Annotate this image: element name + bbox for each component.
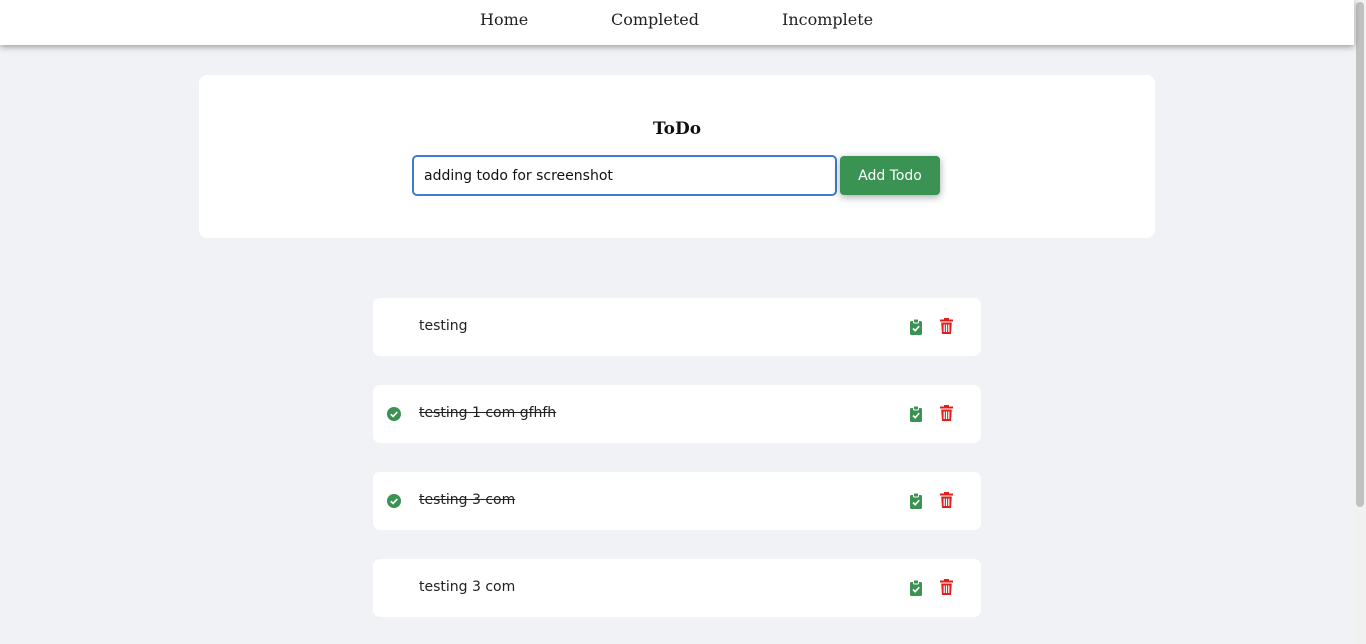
- todo-input[interactable]: [412, 155, 837, 196]
- check-circle-icon: [387, 407, 401, 421]
- page-scrollbar[interactable]: [1354, 0, 1366, 644]
- clipboard-check-icon[interactable]: [910, 319, 922, 335]
- check-circle-icon: [387, 494, 401, 508]
- todo-item: testing: [373, 298, 981, 356]
- scrollbar-thumb[interactable]: [1356, 2, 1364, 507]
- todo-text: testing 1 com gfhfh: [419, 405, 557, 421]
- page-title: ToDo: [652, 119, 702, 139]
- nav-link-completed[interactable]: Completed: [611, 10, 699, 29]
- clipboard-check-icon[interactable]: [910, 406, 922, 422]
- clipboard-check-icon[interactable]: [910, 580, 922, 596]
- todo-item: testing 1 com gfhfh: [373, 385, 981, 443]
- todo-text: testing 3 com: [419, 492, 516, 508]
- add-todo-button[interactable]: Add Todo: [840, 156, 940, 195]
- trash-icon[interactable]: [940, 318, 953, 334]
- top-navbar: Home Completed Incomplete: [0, 0, 1354, 45]
- nav-link-home[interactable]: Home: [480, 10, 528, 29]
- trash-icon[interactable]: [940, 579, 953, 595]
- todo-item: testing 3 com: [373, 472, 981, 530]
- todo-item: testing 3 com: [373, 559, 981, 617]
- nav-link-incomplete[interactable]: Incomplete: [782, 10, 873, 29]
- todo-form-card: ToDo Add Todo: [199, 75, 1155, 238]
- todo-text: testing: [419, 318, 468, 334]
- clipboard-check-icon[interactable]: [910, 493, 922, 509]
- trash-icon[interactable]: [940, 405, 953, 421]
- todo-text: testing 3 com: [419, 579, 516, 595]
- trash-icon[interactable]: [940, 492, 953, 508]
